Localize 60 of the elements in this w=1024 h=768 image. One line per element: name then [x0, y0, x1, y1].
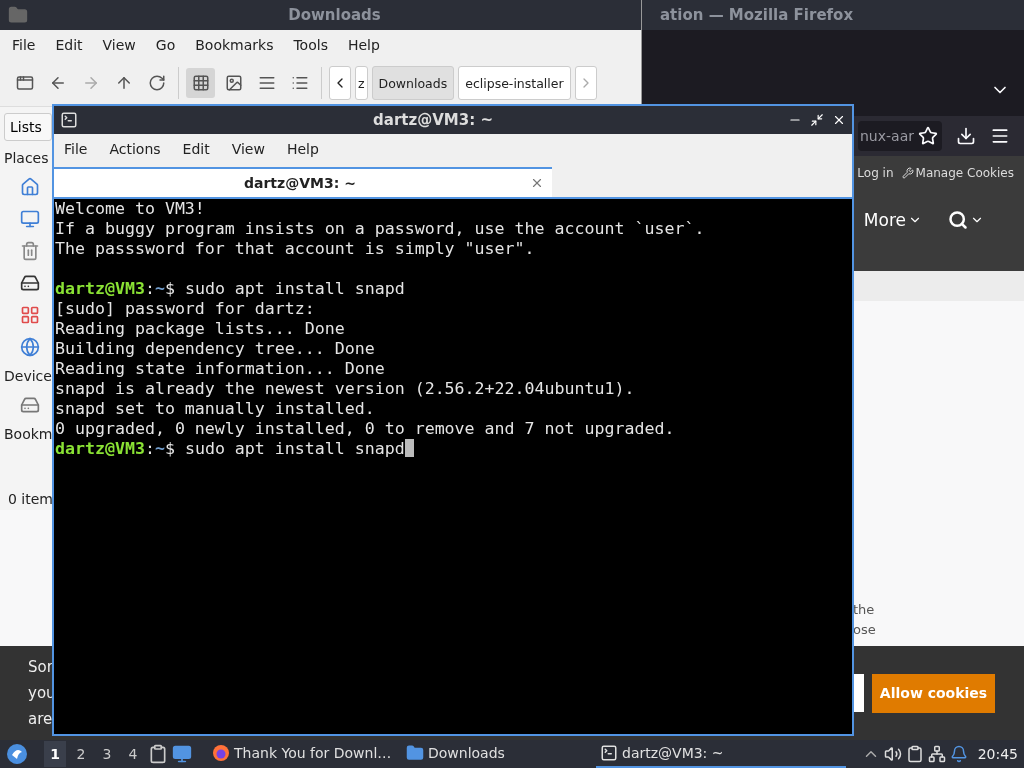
command-text: sudo apt install snapd [184, 279, 405, 298]
header-link[interactable]: Log in [857, 166, 894, 180]
prompt-separator: : [144, 439, 155, 458]
side-pane-mode-button[interactable]: Lists [4, 113, 52, 141]
prompt-user: dartz@VM3 [55, 279, 145, 298]
window-title: Downloads [288, 6, 381, 24]
window-title: ation — Mozilla Firefox [660, 6, 854, 24]
workspace-button[interactable]: 4 [122, 741, 144, 767]
terminal-tab[interactable]: dartz@VM3: ~ [54, 167, 552, 197]
workspace-button[interactable]: 3 [96, 741, 118, 767]
workspace-button[interactable]: 2 [70, 741, 92, 767]
task-button[interactable]: Thank You for Downl… [208, 740, 398, 768]
menu-item[interactable]: Tools [293, 37, 328, 53]
section-title: Places [4, 150, 49, 166]
path-button[interactable]: Downloads [371, 66, 455, 100]
prompt-user: dartz@VM3 [55, 439, 145, 458]
terminal-line: snapd is already the newest version (2.56.2+22.04ubuntu1). [55, 379, 636, 399]
terminal-line: The passsword for that account is simply "user". [55, 239, 536, 259]
terminal-line: Reading state information... Done [55, 359, 386, 379]
prompt-symbol: $ [164, 439, 175, 458]
path-button[interactable]: z [355, 66, 368, 100]
terminal-line: snapd set to manually installed. [55, 399, 376, 419]
terminal-line: If a buggy program insists on a password, use the account `user`. [55, 219, 706, 239]
terminal-line: Building dependency tree... Done [55, 339, 376, 359]
prompt-separator: : [144, 279, 155, 298]
menu-item[interactable]: Go [155, 37, 176, 53]
prompt-path: ~ [154, 279, 165, 298]
menu-item[interactable]: View [231, 141, 265, 157]
banner-text: Sor [28, 657, 54, 678]
prompt-path: ~ [154, 439, 165, 458]
menu-item[interactable]: File [12, 37, 36, 53]
status-text: 0 item [8, 491, 53, 507]
menu-item[interactable]: Bookmarks [195, 37, 274, 53]
section-title: Bookm [4, 426, 53, 442]
task-button[interactable]: Downloads [402, 740, 592, 768]
page-text: ose [853, 621, 877, 639]
section-title: Device [4, 368, 52, 384]
menu-item[interactable]: Help [347, 37, 380, 53]
menu-item[interactable]: Help [286, 141, 319, 157]
menu-item[interactable]: View [102, 37, 136, 53]
clock: 20:45 [977, 746, 1018, 762]
header-link[interactable]: Manage Cookies [901, 166, 1014, 180]
task-button[interactable]: dartz@VM3: ~ [596, 740, 846, 768]
terminal-line: [sudo] password for dartz: [55, 299, 316, 319]
window-title: dartz@VM3: ~ [373, 111, 493, 129]
menu-item[interactable]: Actions [109, 141, 161, 157]
prompt-symbol: $ [164, 279, 175, 298]
workspace-button[interactable]: 1 [44, 741, 66, 767]
url-field[interactable]: nux-aar [858, 121, 942, 151]
menu-item[interactable]: Edit [182, 141, 210, 157]
terminal-line: Reading package lists... Done [55, 319, 346, 339]
terminal-line: Welcome to VM3! [55, 199, 206, 219]
command-text: sudo apt install snapd [184, 439, 405, 458]
page-text: the [853, 601, 876, 619]
banner-text: are [28, 709, 54, 730]
path-button[interactable]: eclipse-installer [458, 66, 571, 100]
terminal-line: 0 upgraded, 0 newly installed, 0 to remove and 7 not upgraded. [55, 419, 676, 439]
menu-item[interactable]: Edit [55, 37, 83, 53]
nav-menu[interactable]: More [863, 210, 922, 230]
menu-item[interactable]: File [64, 141, 88, 157]
